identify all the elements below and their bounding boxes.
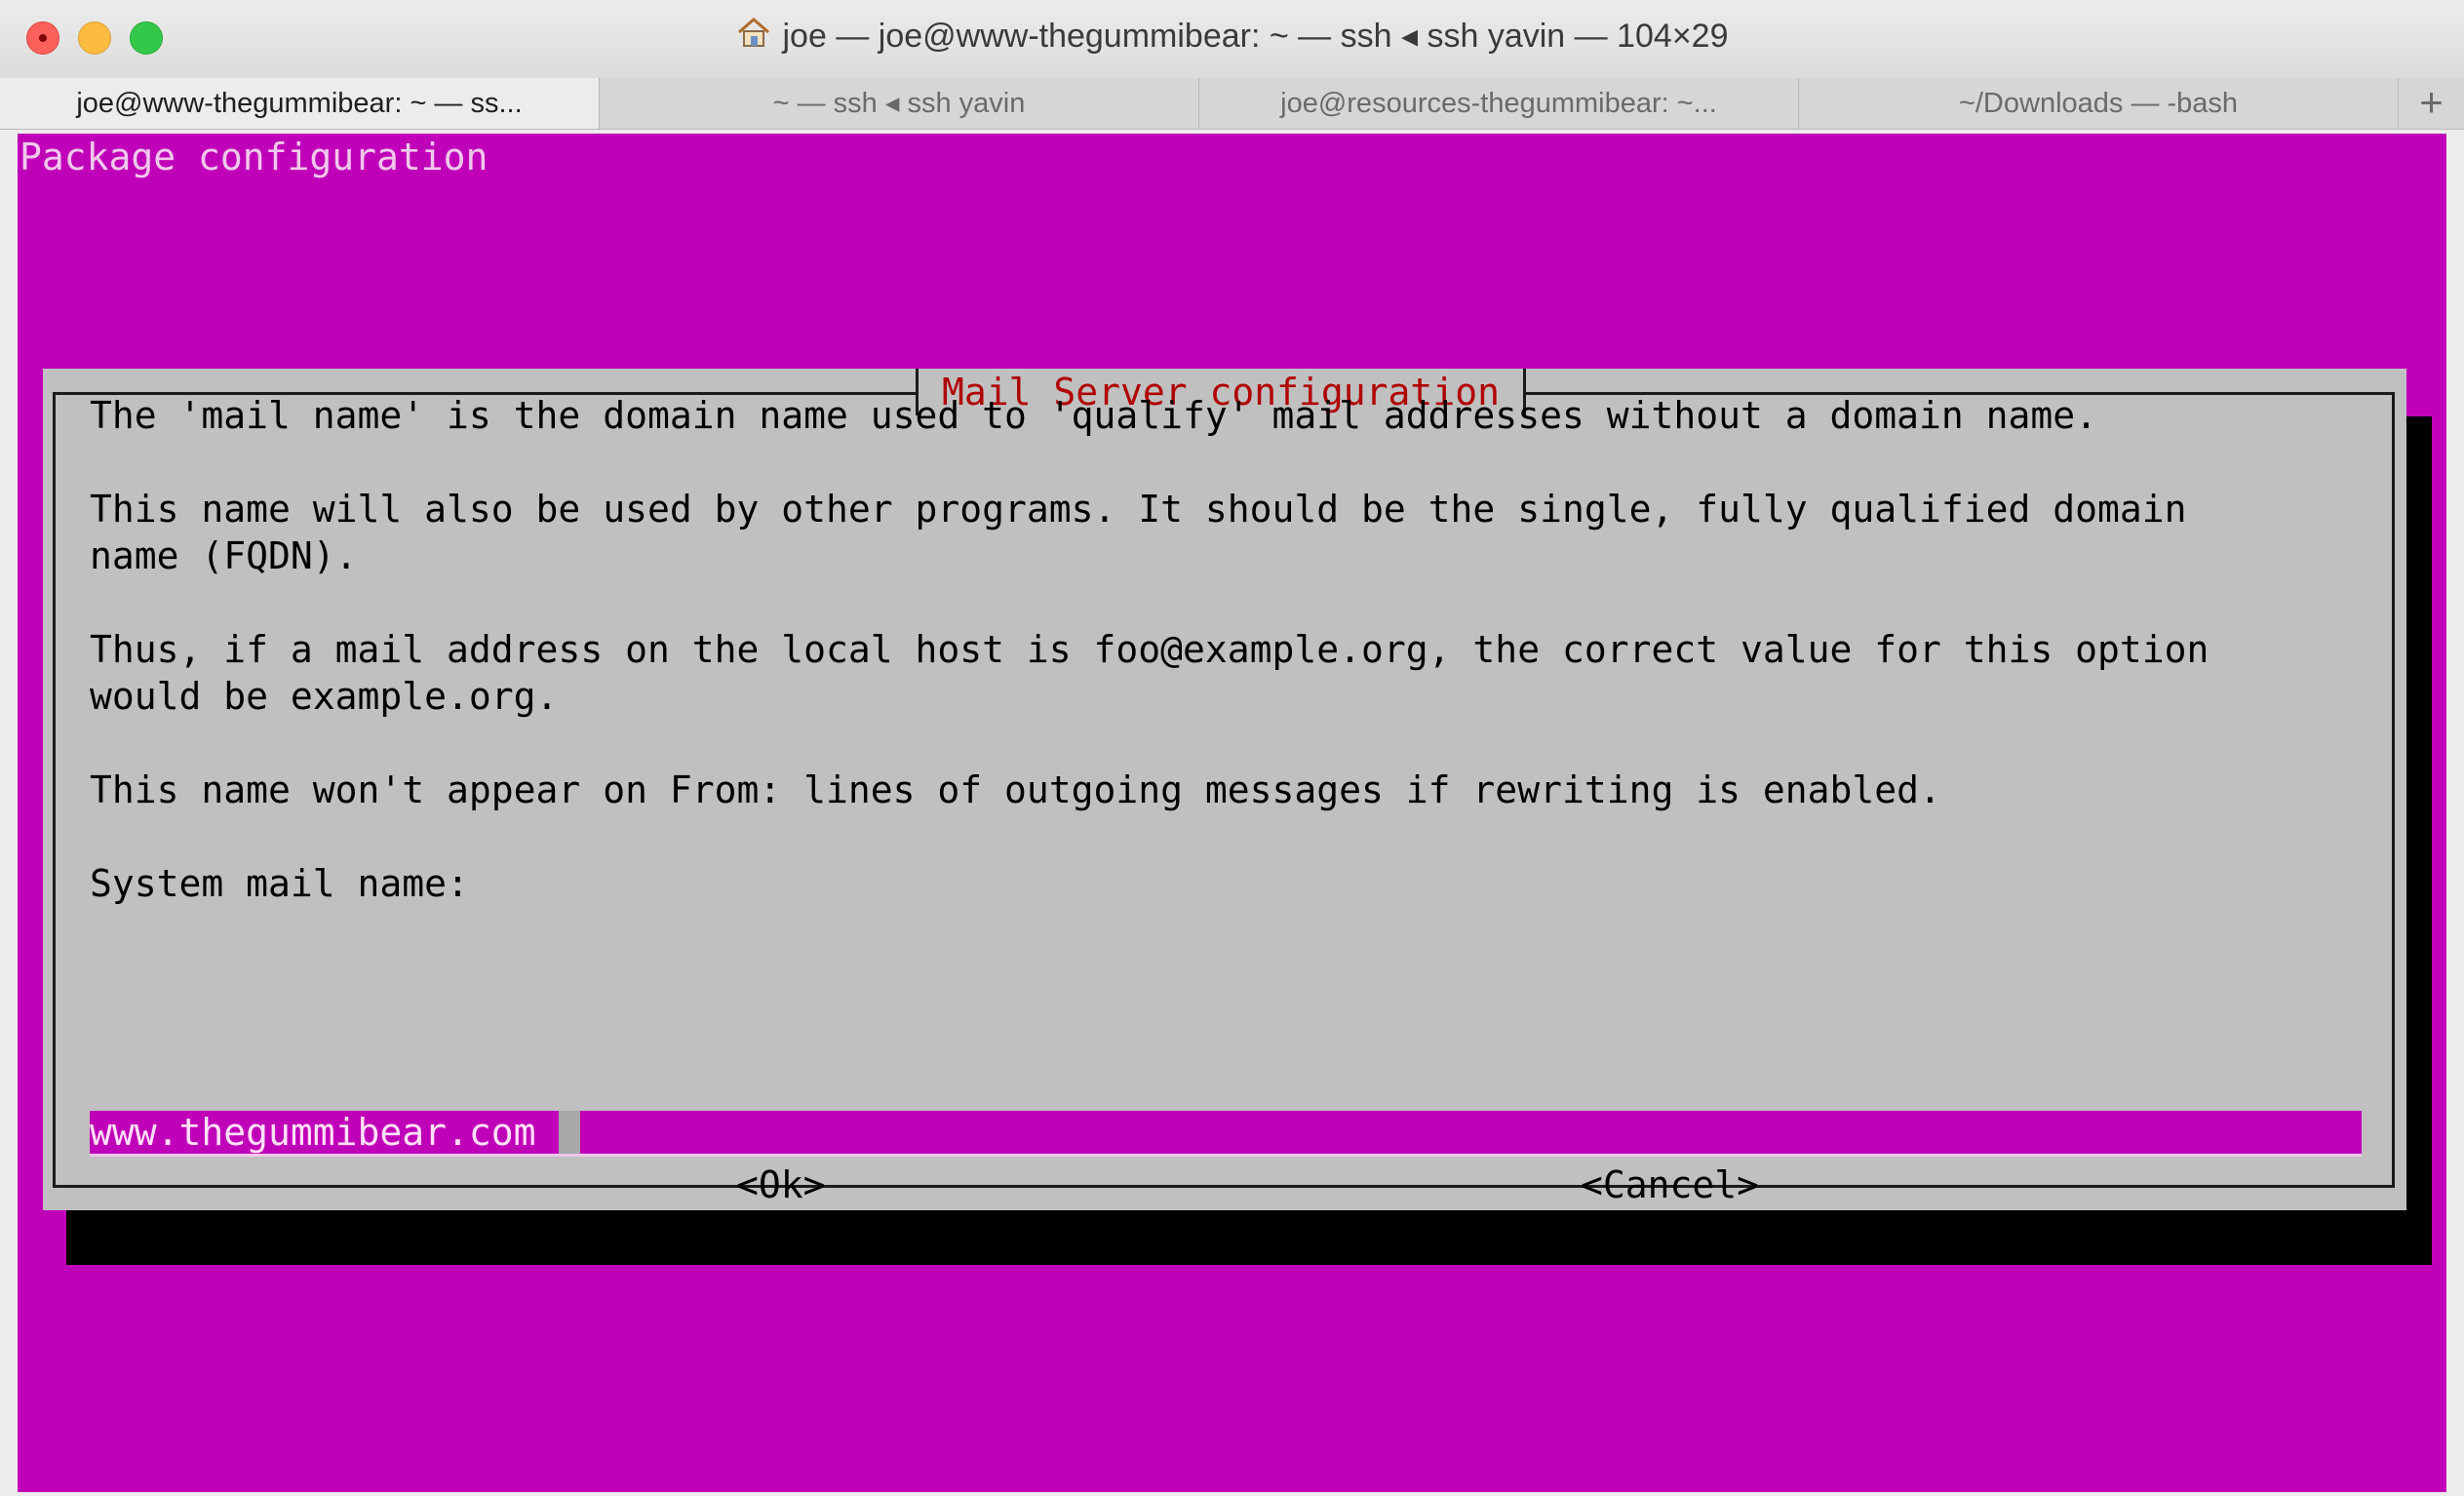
tab-ssh-yavin[interactable]: ~ — ssh ◂ ssh yavin bbox=[600, 78, 1199, 129]
system-mail-name-value: www.thegummibear.com bbox=[90, 1111, 536, 1154]
text-cursor bbox=[559, 1111, 580, 1154]
title-bar: joe — joe@www-thegummibear: ~ — ssh ◂ ss… bbox=[0, 0, 2464, 79]
new-tab-button[interactable]: + bbox=[2399, 78, 2464, 129]
dialog-text-line: Thus, if a mail address on the local hos… bbox=[90, 628, 2210, 671]
tab-downloads-bash[interactable]: ~/Downloads — -bash bbox=[1799, 78, 2399, 129]
system-mail-name-label: System mail name: bbox=[90, 862, 469, 905]
terminal-screen[interactable]: Package configuration Mail Server config… bbox=[18, 134, 2446, 1492]
dialog-text-line: name (FQDN). bbox=[90, 534, 358, 577]
terminal-window: joe — joe@www-thegummibear: ~ — ssh ◂ ss… bbox=[0, 0, 2464, 1496]
tab-bar: joe@www-thegummibear: ~ — ss... ~ — ssh … bbox=[0, 78, 2464, 130]
window-title-area: joe — joe@www-thegummibear: ~ — ssh ◂ ss… bbox=[0, 16, 2464, 62]
dialog-text-line: The 'mail name' is the domain name used … bbox=[90, 394, 2098, 437]
tab-resources-thegummibear[interactable]: joe@resources-thegummibear: ~... bbox=[1199, 78, 1799, 129]
tab-www-thegummibear[interactable]: joe@www-thegummibear: ~ — ss... bbox=[0, 78, 600, 129]
system-mail-name-input[interactable]: www.thegummibear.com bbox=[90, 1111, 2362, 1157]
home-icon bbox=[736, 17, 771, 57]
package-configuration-heading: Package configuration bbox=[20, 136, 489, 178]
dialog-text-line: This name won't appear on From: lines of… bbox=[90, 768, 1941, 811]
dialog-text-line: would be example.org. bbox=[90, 675, 559, 718]
ok-button[interactable]: <Ok> bbox=[736, 1161, 826, 1208]
window-title: joe — joe@www-thegummibear: ~ — ssh ◂ ss… bbox=[782, 18, 1729, 56]
cancel-button[interactable]: <Cancel> bbox=[1581, 1161, 1759, 1208]
mail-server-dialog: Mail Server configuration The 'mail name… bbox=[43, 369, 2406, 1210]
dialog-text-line: This name will also be used by other pro… bbox=[90, 488, 2187, 531]
